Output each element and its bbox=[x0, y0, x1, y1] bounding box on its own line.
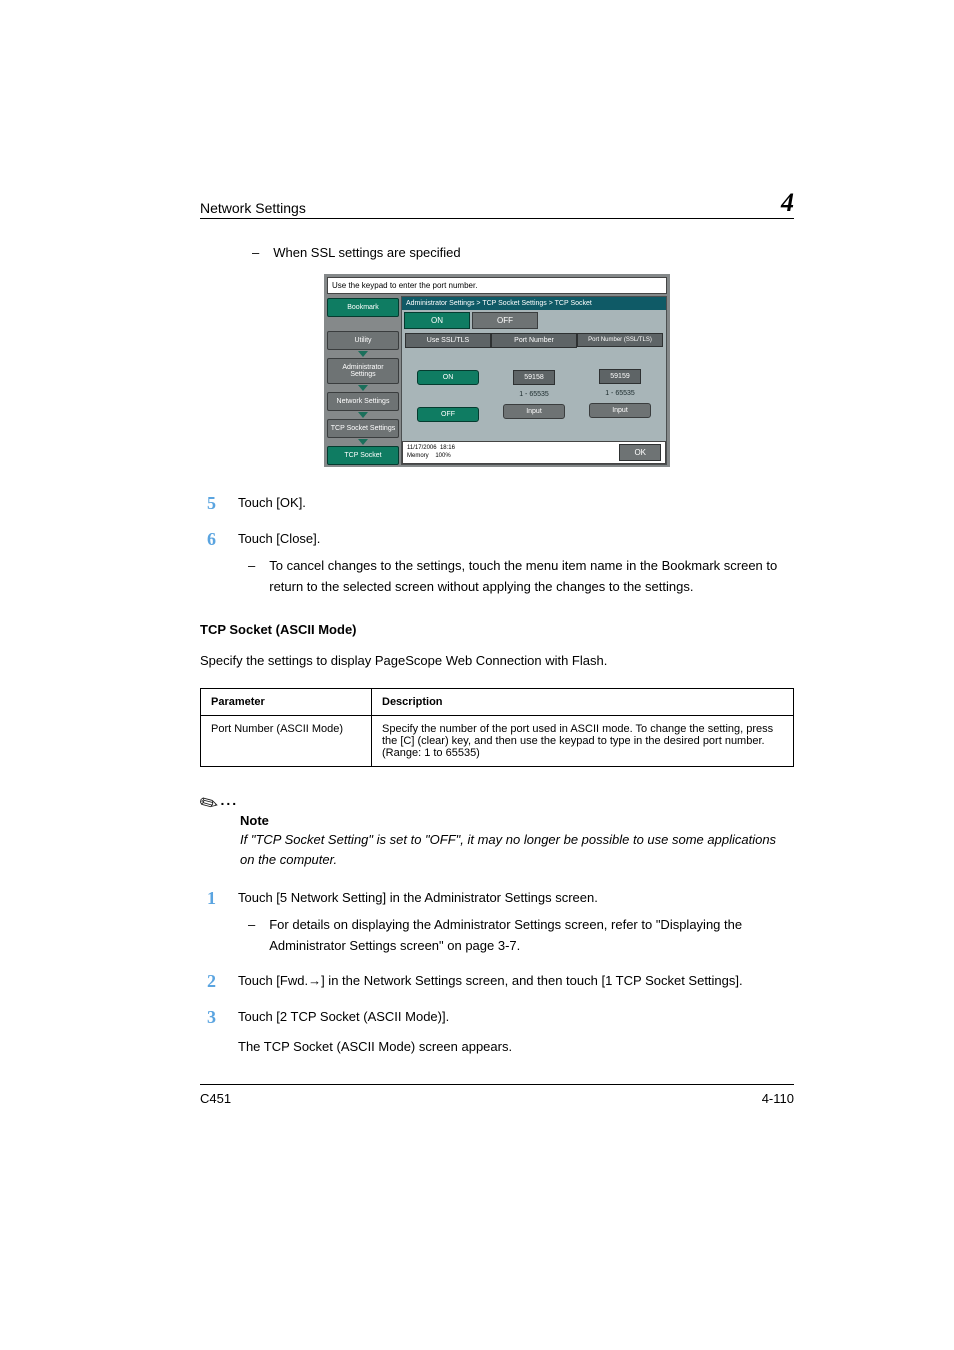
device-breadcrumb-line: Administrator Settings > TCP Socket Sett… bbox=[402, 297, 666, 310]
note-dots: ... bbox=[220, 792, 238, 808]
step-number-3: 3 bbox=[200, 1007, 216, 1059]
th-description: Description bbox=[372, 688, 794, 715]
footer-right: 4-110 bbox=[762, 1091, 794, 1106]
step-1-text: Touch [5 Network Setting] in the Adminis… bbox=[238, 888, 794, 910]
note-text: If "TCP Socket Setting" is set to "OFF",… bbox=[240, 830, 794, 870]
crumb-utility[interactable]: Utility bbox=[327, 331, 399, 350]
chevron-down-icon bbox=[358, 351, 368, 357]
crumb-tcp-socket-settings[interactable]: TCP Socket Settings bbox=[327, 419, 399, 438]
ok-button[interactable]: OK bbox=[619, 444, 661, 461]
status-info: 11/17/2006 18:16 Memory 100% bbox=[407, 445, 455, 459]
ssl-specified-text: When SSL settings are specified bbox=[273, 245, 460, 260]
page-header-title: Network Settings bbox=[200, 200, 306, 216]
ssl-on-button[interactable]: ON bbox=[417, 370, 479, 385]
section-lead-ascii: Specify the settings to display PageScop… bbox=[200, 651, 794, 672]
port-input-button[interactable]: Input bbox=[503, 404, 565, 419]
tab-on[interactable]: ON bbox=[404, 312, 470, 329]
crumb-tcp-socket[interactable]: TCP Socket bbox=[327, 446, 399, 465]
crumb-admin-settings[interactable]: Administrator Settings bbox=[327, 358, 399, 384]
dash-bullet: – bbox=[252, 245, 259, 260]
chevron-down-icon bbox=[358, 412, 368, 418]
step-number-6: 6 bbox=[200, 529, 216, 551]
col-head-ssl: Use SSL/TLS bbox=[405, 333, 491, 348]
ssl-off-button[interactable]: OFF bbox=[417, 407, 479, 422]
step-1-substep: For details on displaying the Administra… bbox=[269, 915, 794, 957]
step-number-2: 2 bbox=[200, 971, 216, 993]
chevron-down-icon bbox=[358, 439, 368, 445]
dash-bullet: – bbox=[248, 915, 255, 957]
crumb-bookmark[interactable]: Bookmark bbox=[327, 298, 399, 317]
td-param-port-ascii: Port Number (ASCII Mode) bbox=[201, 715, 372, 766]
parameter-table: Parameter Description Port Number (ASCII… bbox=[200, 688, 794, 767]
port-ssl-range: 1 - 65535 bbox=[605, 390, 635, 397]
col-head-port: Port Number bbox=[491, 333, 577, 348]
step-6-substep: To cancel changes to the settings, touch… bbox=[269, 556, 794, 598]
chevron-down-icon bbox=[358, 385, 368, 391]
note-label: Note bbox=[240, 813, 794, 828]
device-screenshot: Use the keypad to enter the port number.… bbox=[324, 274, 670, 467]
tab-off[interactable]: OFF bbox=[472, 312, 538, 329]
footer-left: C451 bbox=[200, 1091, 231, 1106]
dash-bullet: – bbox=[248, 556, 255, 598]
step-5-text: Touch [OK]. bbox=[238, 493, 794, 515]
step-number-5: 5 bbox=[200, 493, 216, 515]
section-title-ascii: TCP Socket (ASCII Mode) bbox=[200, 622, 794, 637]
port-ssl-value: 59159 bbox=[599, 369, 640, 384]
step-number-1: 1 bbox=[200, 888, 216, 910]
step-6-text: Touch [Close]. bbox=[238, 529, 794, 551]
step-3-text: Touch [2 TCP Socket (ASCII Mode)]. bbox=[238, 1007, 794, 1028]
td-desc-port-ascii: Specify the number of the port used in A… bbox=[372, 715, 794, 766]
step-3-text-2: The TCP Socket (ASCII Mode) screen appea… bbox=[238, 1037, 794, 1058]
chapter-number: 4 bbox=[781, 190, 794, 216]
crumb-network-settings[interactable]: Network Settings bbox=[327, 392, 399, 411]
device-crumb-trail: Bookmark Utility Administrator Settings … bbox=[327, 296, 399, 465]
col-head-port-ssl: Port Number (SSL/TLS) bbox=[577, 333, 663, 347]
port-ssl-input-button[interactable]: Input bbox=[589, 403, 651, 418]
port-value: 59158 bbox=[513, 370, 554, 385]
step-2-text: Touch [Fwd.→] in the Network Settings sc… bbox=[238, 971, 794, 993]
port-range: 1 - 65535 bbox=[519, 391, 549, 398]
th-parameter: Parameter bbox=[201, 688, 372, 715]
device-prompt: Use the keypad to enter the port number. bbox=[327, 277, 667, 294]
